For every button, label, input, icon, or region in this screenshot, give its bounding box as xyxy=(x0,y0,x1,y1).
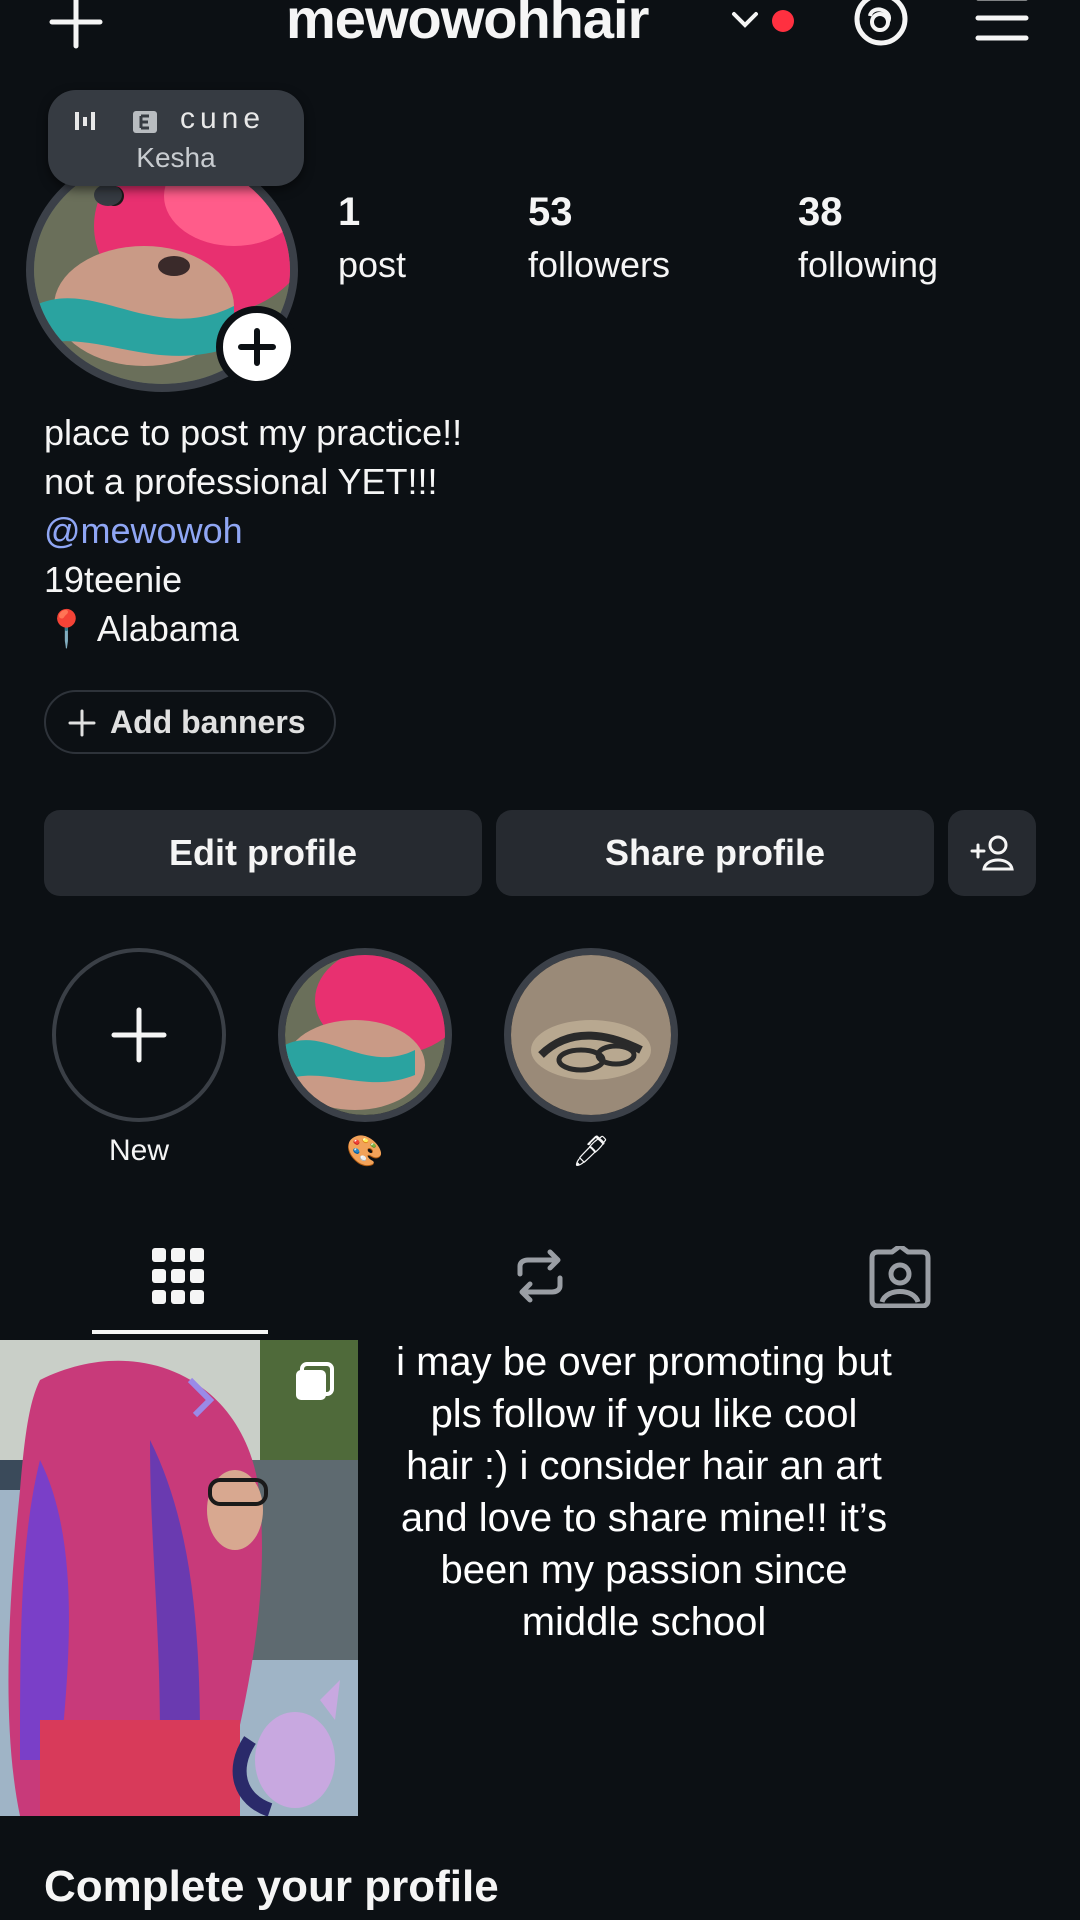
bio-line: place to post my practice!! xyxy=(44,412,463,453)
highlight-item[interactable] xyxy=(504,948,678,1122)
song-title: cune xyxy=(180,102,266,135)
active-tab-indicator xyxy=(92,1330,268,1334)
highlight-cover xyxy=(511,955,671,1115)
overlay-caption: i may be over promoting but pls follow i… xyxy=(396,1340,892,1644)
plus-icon xyxy=(68,709,96,737)
profile-username[interactable]: mewowohhair xyxy=(286,0,649,51)
followers-label[interactable]: followers xyxy=(528,244,670,286)
edit-profile-button[interactable]: Edit profile xyxy=(44,810,482,896)
plus-icon[interactable] xyxy=(48,0,104,50)
post-thumbnail[interactable] xyxy=(0,1340,358,1816)
chevron-down-icon[interactable] xyxy=(730,10,760,30)
posts-label: post xyxy=(338,244,407,285)
threads-icon[interactable] xyxy=(852,0,910,48)
following-label[interactable]: following xyxy=(798,244,938,286)
highlight-item[interactable] xyxy=(278,948,452,1122)
bio-line: not a professional YET!!! xyxy=(44,461,438,502)
reposts-tab-icon[interactable] xyxy=(512,1246,568,1306)
complete-profile-heading: Complete your profile xyxy=(44,1862,499,1911)
equalizer-icon xyxy=(75,112,95,130)
add-person-icon xyxy=(970,835,1014,871)
bio-line: 19teenie xyxy=(44,559,183,600)
top-bar: mewowohhair xyxy=(0,0,1080,60)
tagged-tab-icon[interactable] xyxy=(868,1246,932,1308)
post-image xyxy=(0,1340,358,1816)
new-highlight-button[interactable] xyxy=(52,948,226,1122)
grid-tab-icon[interactable] xyxy=(150,1246,206,1306)
note-bubble-tail xyxy=(94,184,122,206)
explicit-icon xyxy=(133,111,157,133)
add-story-button[interactable] xyxy=(216,306,298,388)
highlight-label-new: New xyxy=(108,1134,169,1167)
bio-mention-link[interactable]: @mewowoh xyxy=(44,506,462,555)
notification-dot xyxy=(772,10,794,32)
multi-post-icon xyxy=(296,1362,334,1400)
plus-icon xyxy=(238,328,276,366)
pin-icon: 📍 xyxy=(44,608,89,649)
followers-count[interactable]: 53 xyxy=(528,190,573,235)
add-banners-label: Add banners xyxy=(110,704,306,740)
music-note[interactable]: cune Kesha xyxy=(48,90,304,186)
location-text: Alabama xyxy=(96,608,239,649)
posts-count: 1 xyxy=(338,190,361,234)
highlight-label: 🎨 xyxy=(346,1135,384,1168)
discover-people-button[interactable] xyxy=(948,810,1036,896)
highlight-label: 🖊 xyxy=(571,1135,611,1168)
song-artist: Kesha xyxy=(136,142,216,173)
bio-location: 📍 Alabama xyxy=(44,604,462,653)
share-profile-button[interactable]: Share profile xyxy=(496,810,934,896)
highlight-cover xyxy=(285,955,445,1115)
profile-bio: place to post my practice!! not a profes… xyxy=(44,408,462,653)
following-count[interactable]: 38 xyxy=(798,190,843,235)
menu-icon[interactable] xyxy=(974,0,1030,44)
plus-icon xyxy=(111,1007,167,1063)
add-banners-button[interactable]: Add banners xyxy=(44,690,336,754)
